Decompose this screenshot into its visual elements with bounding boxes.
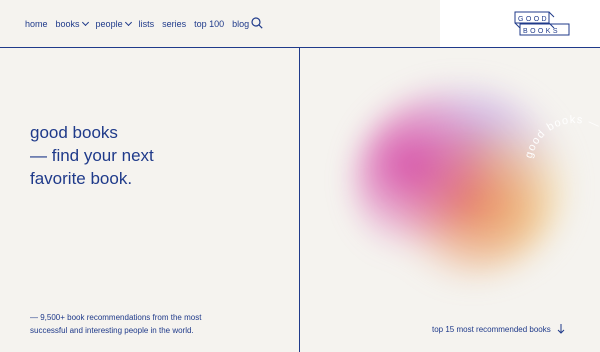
- rotating-text: good books — start to find: [523, 114, 600, 200]
- nav-series-label: series: [162, 19, 187, 29]
- nav-blog-label: blog: [232, 19, 250, 29]
- hero-heading: good books — find your next favorite boo…: [30, 121, 154, 190]
- nav-series[interactable]: series: [162, 19, 186, 29]
- nav-lists-label: lists: [138, 19, 155, 29]
- nav-home[interactable]: home: [25, 19, 48, 29]
- description: — 9,500+ book recommendations from the m…: [30, 313, 202, 335]
- nav-home-label: home: [25, 19, 48, 29]
- top15-link[interactable]: top 15 most recommended books: [432, 324, 565, 334]
- nav-blog[interactable]: blog: [232, 19, 249, 29]
- hero-line-3: favorite book.: [30, 169, 133, 188]
- nav-people-label: people: [95, 19, 123, 29]
- nav-people[interactable]: people: [95, 18, 132, 29]
- vertical-divider: [299, 48, 300, 352]
- chevron-down-icon: [124, 18, 132, 27]
- nav-books[interactable]: books: [55, 18, 89, 29]
- top-bar: home books people lists series top 100 b…: [0, 0, 600, 48]
- hero-line-1: good books: [30, 123, 118, 142]
- nav-top100[interactable]: top 100: [194, 19, 224, 29]
- good-books-logo[interactable]: GOOD BOOKS: [514, 11, 572, 37]
- main-nav: home books people lists series top 100 b…: [25, 18, 257, 29]
- nav-lists[interactable]: lists: [139, 19, 155, 29]
- svg-text:good books — start to find: good books — start to find: [523, 114, 600, 200]
- logo-line-2: BOOKS: [523, 28, 560, 35]
- logo-line-1: GOOD: [518, 16, 549, 23]
- search-icon[interactable]: [251, 17, 263, 29]
- top15-label: top 15 most recommended books: [432, 324, 551, 334]
- arrow-down-icon: [557, 324, 565, 334]
- chevron-down-icon: [81, 18, 89, 27]
- nav-top100-label: top 100: [194, 19, 225, 29]
- hero-line-2: — find your next: [30, 146, 154, 165]
- nav-books-label: books: [55, 19, 80, 29]
- rotating-text-badge: good books — start to find: [523, 114, 600, 200]
